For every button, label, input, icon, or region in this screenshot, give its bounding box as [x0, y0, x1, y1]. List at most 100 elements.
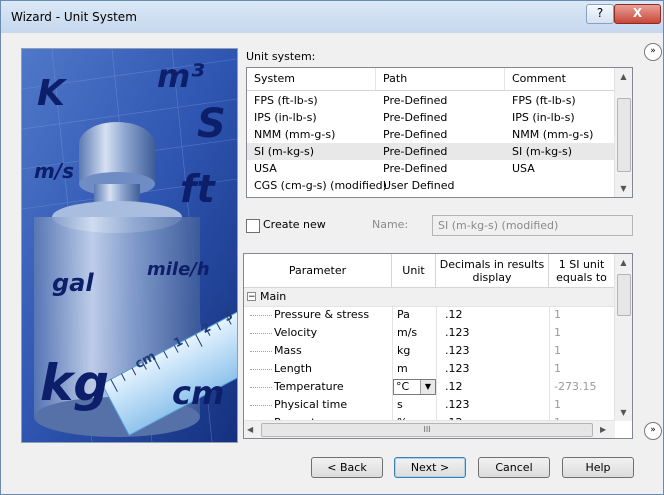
- path-cell: Pre-Defined: [383, 111, 448, 124]
- table-row[interactable]: Mass kg .123 1: [244, 342, 615, 360]
- unit-dropdown[interactable]: °C ▼: [393, 379, 436, 395]
- expand-top-icon[interactable]: »: [644, 43, 662, 61]
- list-item[interactable]: USA Pre-Defined USA: [247, 160, 616, 177]
- unit-label-kg: kg: [40, 354, 110, 412]
- help-title-button[interactable]: ?: [586, 4, 614, 24]
- back-button[interactable]: < Back: [311, 457, 383, 478]
- table-row[interactable]: Pressure & stress Pa .12 1: [244, 306, 615, 324]
- window-title: Wizard - Unit System: [11, 10, 137, 24]
- decimals-cell[interactable]: .12: [445, 306, 463, 324]
- unit-dropdown-value: °C: [396, 380, 410, 393]
- path-cell: Pre-Defined: [383, 128, 448, 141]
- column-divider: [392, 360, 393, 378]
- column-divider: [436, 396, 437, 414]
- parameter-cell: Pressure & stress: [274, 308, 370, 321]
- column-divider: [549, 360, 550, 378]
- name-field[interactable]: SI (m-kg-s) (modified): [432, 215, 633, 236]
- column-divider: [436, 306, 437, 324]
- help-button[interactable]: Help: [562, 457, 634, 478]
- expand-bottom-icon[interactable]: »: [644, 422, 662, 440]
- table-row[interactable]: Velocity m/s .123 1: [244, 324, 615, 342]
- grid-horizontal-scrollbar[interactable]: ◀ III ▶: [244, 420, 615, 438]
- unit-cell[interactable]: m: [397, 360, 408, 378]
- scroll-down-icon[interactable]: ▼: [615, 180, 632, 197]
- column-comment[interactable]: Comment: [505, 68, 616, 90]
- list-item[interactable]: CGS (cm-g-s) (modified) User Defined: [247, 177, 616, 194]
- column-si-equals[interactable]: 1 SI unit equals to: [549, 254, 615, 288]
- column-parameter[interactable]: Parameter: [244, 254, 392, 288]
- column-divider: [549, 306, 550, 324]
- parameter-cell: Length: [274, 362, 312, 375]
- decimals-cell[interactable]: .123: [445, 360, 470, 378]
- unit-label-mileh: mile/h: [147, 259, 210, 280]
- grid-vertical-scrollbar[interactable]: ▲ ▼: [614, 254, 632, 421]
- column-divider: [549, 378, 550, 396]
- unit-cell[interactable]: m/s: [397, 324, 417, 342]
- parameter-grid[interactable]: Parameter Unit Decimals in results displ…: [243, 253, 633, 439]
- next-button[interactable]: Next >: [394, 457, 466, 478]
- scroll-thumb[interactable]: [617, 98, 631, 172]
- si-equals-cell: 1: [554, 308, 561, 321]
- parameter-cell: Temperature: [274, 380, 344, 393]
- decimals-cell[interactable]: .123: [445, 324, 470, 342]
- cancel-button[interactable]: Cancel: [478, 457, 550, 478]
- system-cell: NMM (mm-g-s): [254, 128, 336, 141]
- parameter-cell: Physical time: [274, 398, 348, 411]
- decimals-cell[interactable]: .123: [445, 342, 470, 360]
- list-item[interactable]: FPS (ft-lb-s) Pre-Defined FPS (ft-lb-s): [247, 92, 616, 109]
- si-equals-cell: -273.15: [554, 380, 597, 393]
- tree-connector: [250, 306, 272, 316]
- scroll-up-icon[interactable]: ▲: [615, 68, 632, 85]
- group-row-main[interactable]: − Main: [244, 288, 615, 307]
- column-divider: [392, 396, 393, 414]
- unit-label-m3: m³: [157, 57, 205, 95]
- create-new-label[interactable]: Create new: [263, 218, 326, 231]
- path-cell: Pre-Defined: [383, 162, 448, 175]
- create-new-checkbox[interactable]: [246, 219, 260, 233]
- unit-cell[interactable]: Pa: [397, 306, 410, 324]
- scroll-thumb[interactable]: [617, 274, 631, 316]
- column-unit[interactable]: Unit: [392, 254, 436, 288]
- scroll-down-icon[interactable]: ▼: [615, 404, 632, 421]
- path-cell: Pre-Defined: [383, 94, 448, 107]
- column-system[interactable]: System: [247, 68, 376, 90]
- si-equals-cell: 1: [554, 362, 561, 375]
- table-row[interactable]: Physical time s .123 1: [244, 396, 615, 414]
- column-divider: [436, 324, 437, 342]
- chevron-down-icon[interactable]: ▼: [420, 380, 435, 394]
- column-decimals[interactable]: Decimals in results display: [436, 254, 549, 288]
- title-bar[interactable]: Wizard - Unit System ? X: [1, 1, 663, 33]
- table-row-editing[interactable]: Temperature °C ▼ .12 -273.15: [244, 378, 615, 396]
- column-divider: [392, 306, 393, 324]
- decimals-cell[interactable]: .12: [445, 378, 463, 396]
- unit-cell[interactable]: s: [397, 396, 403, 414]
- unit-system-list[interactable]: System Path Comment FPS (ft-lb-s) Pre-De…: [246, 67, 633, 198]
- collapse-icon[interactable]: −: [247, 292, 256, 302]
- decimals-cell[interactable]: .123: [445, 396, 470, 414]
- unit-list-scrollbar[interactable]: ▲ ▼: [614, 68, 632, 197]
- list-item-selected[interactable]: SI (m-kg-s) Pre-Defined SI (m-kg-s): [247, 143, 616, 160]
- name-label: Name:: [372, 218, 409, 231]
- si-equals-cell: 1: [554, 398, 561, 411]
- column-divider: [549, 396, 550, 414]
- unit-cell[interactable]: kg: [397, 342, 410, 360]
- tree-connector: [250, 360, 272, 370]
- system-cell: SI (m-kg-s): [254, 145, 315, 158]
- scroll-right-icon[interactable]: ▶: [600, 421, 606, 438]
- tree-connector: [250, 324, 272, 334]
- unit-label-ft: ft: [180, 167, 215, 211]
- scroll-left-icon[interactable]: ◀: [247, 421, 253, 438]
- list-item[interactable]: IPS (in-lb-s) Pre-Defined IPS (in-lb-s): [247, 109, 616, 126]
- comment-cell: IPS (in-lb-s): [512, 111, 575, 124]
- path-cell: Pre-Defined: [383, 145, 448, 158]
- scroll-up-icon[interactable]: ▲: [615, 254, 632, 271]
- unit-label-k: K: [37, 73, 65, 114]
- scroll-thumb[interactable]: III: [261, 423, 593, 437]
- column-divider: [436, 342, 437, 360]
- close-button[interactable]: X: [614, 4, 661, 24]
- list-item[interactable]: NMM (mm-g-s) Pre-Defined NMM (mm-g-s): [247, 126, 616, 143]
- table-row[interactable]: Length m .123 1: [244, 360, 615, 378]
- column-path[interactable]: Path: [376, 68, 505, 90]
- parameter-cell: Mass: [274, 344, 302, 357]
- unit-label-s: S: [197, 101, 226, 147]
